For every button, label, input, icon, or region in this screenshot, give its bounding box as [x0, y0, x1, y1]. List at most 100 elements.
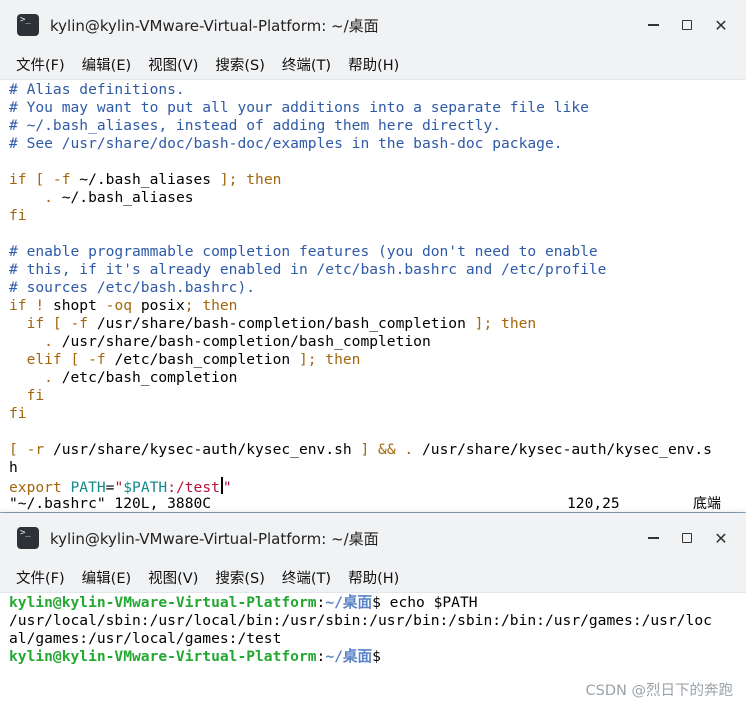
status-file-info: "~/.bashrc" 120L, 3880C [9, 495, 212, 512]
code-token: posix [132, 297, 185, 314]
output-line: al/games:/usr/local/games:/test [9, 630, 282, 647]
menu-help[interactable]: 帮助(H) [348, 567, 399, 588]
close-button[interactable]: ✕ [709, 526, 733, 550]
minimize-icon [647, 537, 659, 539]
close-button[interactable]: ✕ [709, 13, 733, 37]
code-token: ]; then [474, 315, 537, 332]
prompt-colon: : [316, 594, 326, 611]
title-bar[interactable]: >_ kylin@kylin-VMware-Virtual-Platform: … [0, 513, 746, 563]
terminal-icon: >_ [17, 14, 39, 36]
output-line: /usr/local/sbin:/usr/local/bin:/usr/sbin… [9, 612, 712, 629]
code-line: if [ -f ~/.bash_aliases ]; then [9, 171, 746, 189]
close-icon: ✕ [714, 15, 728, 35]
menu-view[interactable]: 视图(V) [148, 54, 198, 75]
code-token: ~/.bash_aliases [52, 189, 194, 206]
code-token: if [ -f [9, 171, 71, 188]
menu-bar: 文件(F) 编辑(E) 视图(V) 搜索(S) 终端(T) 帮助(H) [0, 563, 746, 593]
code-token: /usr/share/kysec-auth/kysec_env.sh [44, 441, 361, 458]
code-token: shopt [44, 297, 106, 314]
terminal-window-shell[interactable]: >_ kylin@kylin-VMware-Virtual-Platform: … [0, 513, 746, 710]
code-line: elif [ -f /etc/bash_completion ]; then [9, 351, 746, 369]
code-line: # sources /etc/bash.bashrc). [9, 279, 256, 296]
code-line: [ -r /usr/share/kysec-auth/kysec_env.sh … [9, 441, 746, 459]
menu-file[interactable]: 文件(F) [16, 54, 65, 75]
code-token: [ -r [9, 441, 45, 458]
minimize-icon [647, 24, 659, 26]
code-line: # See /usr/share/doc/bash-doc/examples i… [9, 135, 563, 152]
code-token: . [9, 369, 53, 386]
code-line: # You may want to put all your additions… [9, 99, 589, 116]
code-token: /usr/share/bash-completion/bash_completi… [52, 333, 431, 350]
code-token: :/test [167, 479, 220, 496]
code-token: ] && [360, 441, 396, 458]
code-line: if ! shopt -oq posix; then [9, 297, 746, 315]
minimize-button[interactable] [641, 526, 665, 550]
maximize-icon [682, 20, 692, 30]
menu-edit[interactable]: 编辑(E) [82, 567, 131, 588]
code-line: . ~/.bash_aliases [9, 189, 746, 207]
code-line: h [9, 459, 18, 476]
code-token: ]; then [219, 171, 282, 188]
command-text: echo $PATH [380, 594, 478, 611]
menu-file[interactable]: 文件(F) [16, 567, 65, 588]
terminal-window-vim[interactable]: >_ kylin@kylin-VMware-Virtual-Platform: … [0, 0, 746, 512]
prompt-symbol: $ [372, 648, 381, 665]
menu-bar: 文件(F) 编辑(E) 视图(V) 搜索(S) 终端(T) 帮助(H) [0, 50, 746, 80]
prompt-line: kylin@kylin-VMware-Virtual-Platform:~/桌面… [9, 594, 746, 612]
code-token: /usr/share/kysec-auth/kysec_env.s [413, 441, 712, 458]
code-token: export [9, 479, 62, 496]
code-line: . /usr/share/bash-completion/bash_comple… [9, 333, 746, 351]
code-token: . [404, 441, 414, 458]
prompt-line: kylin@kylin-VMware-Virtual-Platform:~/桌面… [9, 648, 746, 666]
close-icon: ✕ [714, 528, 728, 548]
code-token: $PATH [123, 479, 168, 496]
window-title: kylin@kylin-VMware-Virtual-Platform: ~/桌… [50, 529, 379, 548]
code-token: PATH [61, 479, 106, 496]
minimize-button[interactable] [641, 13, 665, 37]
code-token: " [222, 479, 232, 496]
code-line: # this, if it's already enabled in /etc/… [9, 261, 607, 278]
code-line: . /etc/bash_completion [9, 369, 746, 387]
code-token: -oq [105, 297, 133, 314]
terminal-content[interactable]: kylin@kylin-VMware-Virtual-Platform:~/桌面… [0, 593, 746, 666]
status-scroll-location: 底端 [693, 496, 721, 512]
maximize-button[interactable] [675, 13, 699, 37]
menu-terminal[interactable]: 终端(T) [282, 567, 331, 588]
code-token: /etc/bash_completion [105, 351, 299, 368]
code-token: /etc/bash_completion [52, 369, 238, 386]
code-line: fi [9, 207, 27, 224]
window-title: kylin@kylin-VMware-Virtual-Platform: ~/桌… [50, 16, 379, 35]
menu-search[interactable]: 搜索(S) [215, 567, 265, 588]
menu-terminal[interactable]: 终端(T) [282, 54, 331, 75]
prompt-symbol: $ [372, 594, 381, 611]
code-token: ]; then [298, 351, 361, 368]
menu-search[interactable]: 搜索(S) [215, 54, 265, 75]
vim-status-line: "~/.bashrc" 120L, 3880C 120,25 底端 [9, 495, 746, 512]
prompt-user: kylin@kylin-VMware-Virtual-Platform [9, 594, 317, 611]
code-line: fi [9, 405, 27, 422]
maximize-button[interactable] [675, 526, 699, 550]
menu-help[interactable]: 帮助(H) [348, 54, 399, 75]
prompt-path: ~/桌面 [325, 594, 373, 611]
code-token: . [9, 333, 53, 350]
maximize-icon [682, 533, 692, 543]
code-line: # ~/.bash_aliases, instead of adding the… [9, 117, 502, 134]
menu-edit[interactable]: 编辑(E) [82, 54, 131, 75]
code-token: if [ -f [9, 315, 89, 332]
code-line: export PATH="$PATH:/test " [9, 477, 746, 496]
prompt-colon: : [316, 648, 326, 665]
terminal-content[interactable]: # Alias definitions. # You may want to p… [0, 80, 746, 512]
menu-view[interactable]: 视图(V) [148, 567, 198, 588]
code-token: if ! [9, 297, 45, 314]
code-token: ; then [184, 297, 238, 314]
code-token: . [9, 189, 53, 206]
code-token: /usr/share/bash-completion/bash_completi… [88, 315, 475, 332]
code-token: elif [ -f [9, 351, 106, 368]
title-bar[interactable]: >_ kylin@kylin-VMware-Virtual-Platform: … [0, 0, 746, 50]
prompt-user: kylin@kylin-VMware-Virtual-Platform [9, 648, 317, 665]
code-line: fi [9, 387, 45, 404]
code-line: # enable programmable completion feature… [9, 243, 598, 260]
